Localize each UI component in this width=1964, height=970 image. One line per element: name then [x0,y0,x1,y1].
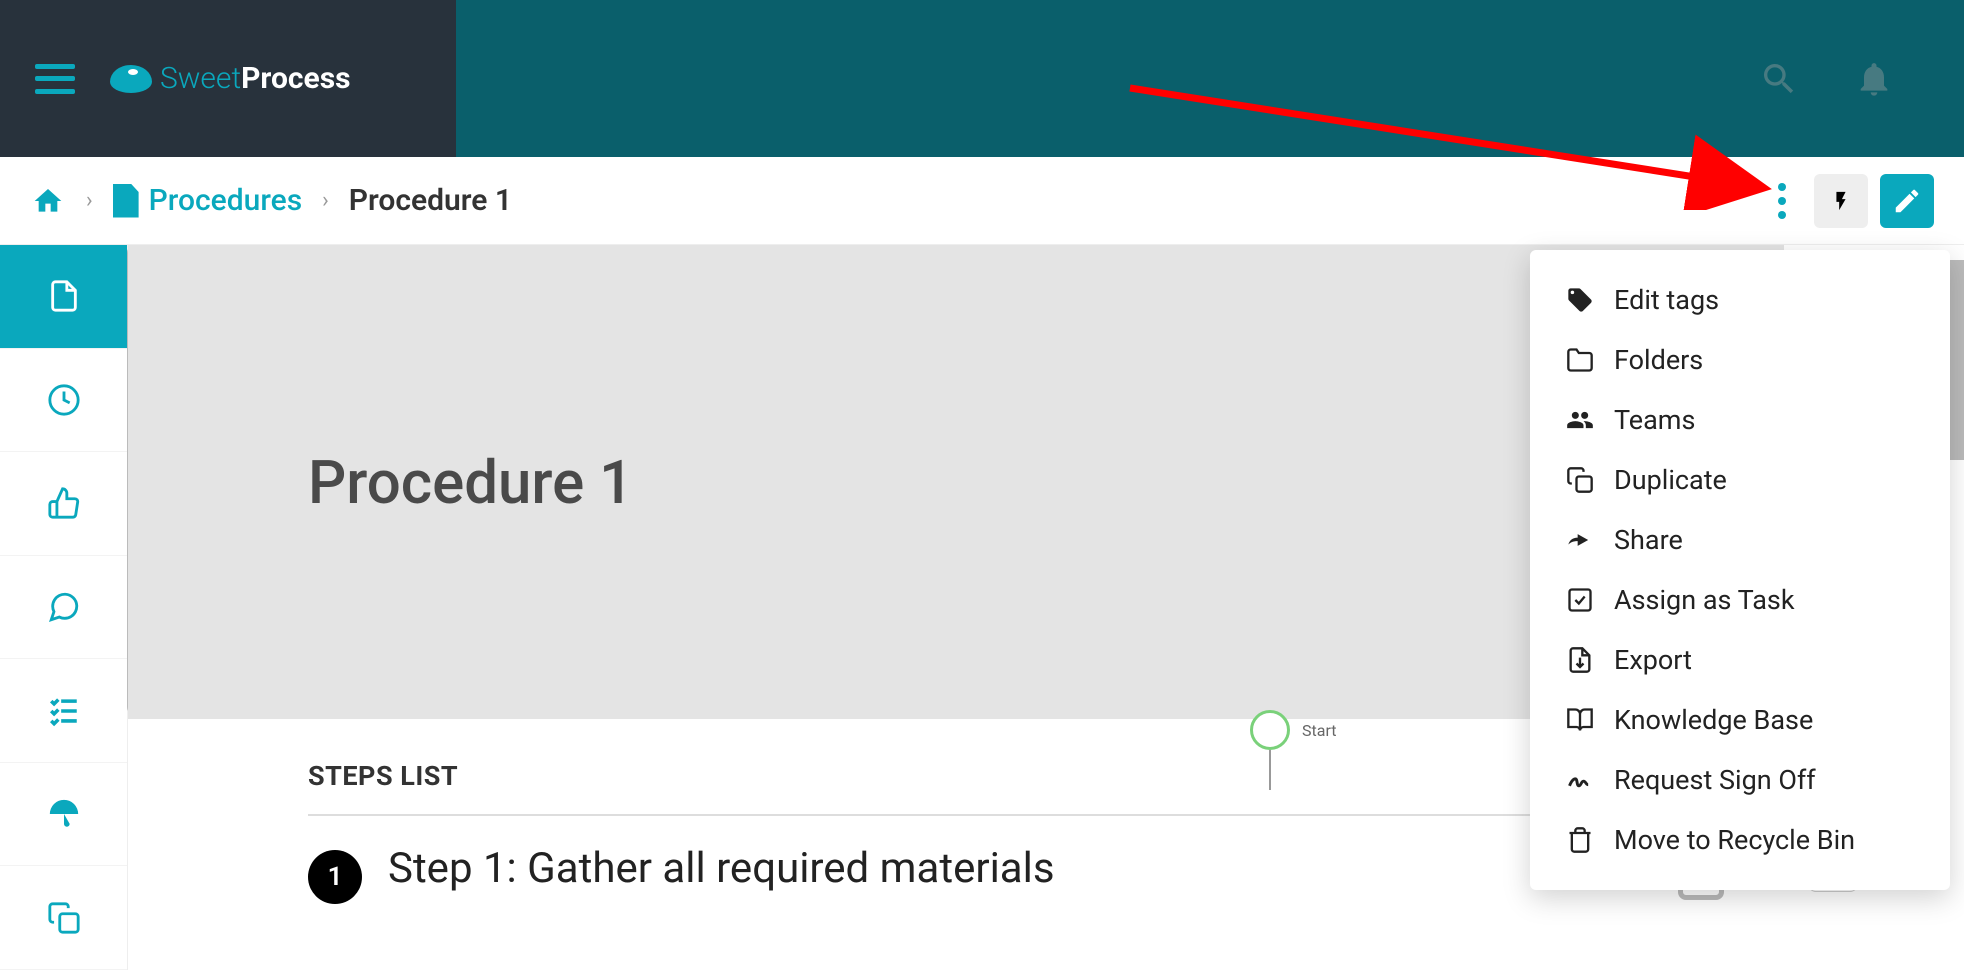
checklist-icon [47,694,81,728]
document-icon [47,279,81,313]
topbar-dark: SweetProcess [0,0,456,157]
flow-start-node[interactable]: Start [1250,710,1336,750]
quick-actions-button[interactable] [1814,174,1868,228]
chat-icon [47,590,81,624]
search-icon[interactable] [1759,59,1799,99]
breadcrumb-current: Procedure 1 [349,183,512,218]
menu-share[interactable]: Share [1530,510,1950,570]
book-icon [1566,706,1594,734]
bell-icon[interactable] [1854,59,1894,99]
flow-connector [1269,750,1271,790]
menu-item-label: Move to Recycle Bin [1614,824,1855,856]
steps-header: STEPS LIST Collapse All [308,759,1724,816]
logo-icon [110,65,152,93]
topbar-teal [456,0,1964,157]
menu-export[interactable]: Export [1530,630,1950,690]
menu-item-label: Knowledge Base [1614,704,1813,736]
step-row[interactable]: 1 Step 1: Gather all required materials [308,844,1724,904]
sidebar-item-tasks[interactable] [0,659,127,763]
menu-item-label: Request Sign Off [1614,764,1816,796]
export-icon [1566,646,1594,674]
thumbs-up-icon [47,486,81,520]
breadcrumb: › Procedures › Procedure 1 [30,183,512,218]
start-circle-icon [1250,710,1290,750]
menu-item-label: Teams [1614,404,1695,436]
task-icon [1566,586,1594,614]
sidebar-item-document[interactable] [0,245,127,349]
logo-text: SweetProcess [160,61,351,96]
edit-button[interactable] [1880,174,1934,228]
flow-start-label: Start [1302,721,1336,740]
teams-icon [1566,406,1594,434]
trash-icon [1566,826,1594,854]
sidebar-item-comments[interactable] [0,556,127,660]
menu-edit-tags[interactable]: Edit tags [1530,270,1950,330]
bolt-icon [1830,185,1852,217]
document-icon [113,184,139,218]
menu-teams[interactable]: Teams [1530,390,1950,450]
sidebar-item-copy[interactable] [0,866,127,970]
menu-request-signoff[interactable]: Request Sign Off [1530,750,1950,810]
breadcrumb-bar: › Procedures › Procedure 1 [0,157,1964,245]
menu-duplicate[interactable]: Duplicate [1530,450,1950,510]
edit-icon [1892,186,1922,216]
sidebar [0,245,128,970]
menu-item-label: Duplicate [1614,464,1727,496]
menu-folders[interactable]: Folders [1530,330,1950,390]
menu-item-label: Assign as Task [1614,584,1795,616]
step-title: Step 1: Gather all required materials [388,844,1596,893]
menu-item-label: Edit tags [1614,284,1719,316]
umbrella-icon [47,797,81,831]
sidebar-item-history[interactable] [0,349,127,453]
main-menu-button[interactable] [35,64,75,94]
breadcrumb-procedures-label: Procedures [149,183,303,218]
topbar: SweetProcess [0,0,1964,157]
steps-heading: STEPS LIST [308,760,458,792]
menu-knowledge-base[interactable]: Knowledge Base [1530,690,1950,750]
signature-icon [1566,766,1594,794]
clock-icon [47,383,81,417]
menu-item-label: Folders [1614,344,1703,376]
menu-item-label: Share [1614,524,1683,556]
more-options-menu: Edit tags Folders Teams Duplicate Share … [1530,250,1950,890]
menu-assign-task[interactable]: Assign as Task [1530,570,1950,630]
share-icon [1566,526,1594,554]
menu-item-label: Export [1614,644,1692,676]
breadcrumb-procedures[interactable]: Procedures [113,183,303,218]
tag-icon [1566,286,1594,314]
page-actions [1762,174,1934,228]
chevron-right-icon: › [86,188,93,213]
step-number: 1 [308,850,362,904]
more-options-button[interactable] [1762,181,1802,221]
sidebar-item-approve[interactable] [0,452,127,556]
chevron-right-icon: › [322,188,329,213]
folder-icon [1566,346,1594,374]
menu-recycle-bin[interactable]: Move to Recycle Bin [1530,810,1950,870]
copy-icon [47,901,81,935]
logo[interactable]: SweetProcess [110,61,351,96]
sidebar-item-protect[interactable] [0,763,127,867]
copy-icon [1566,466,1594,494]
home-icon[interactable] [30,185,66,217]
page-title: Procedure 1 [308,447,633,518]
